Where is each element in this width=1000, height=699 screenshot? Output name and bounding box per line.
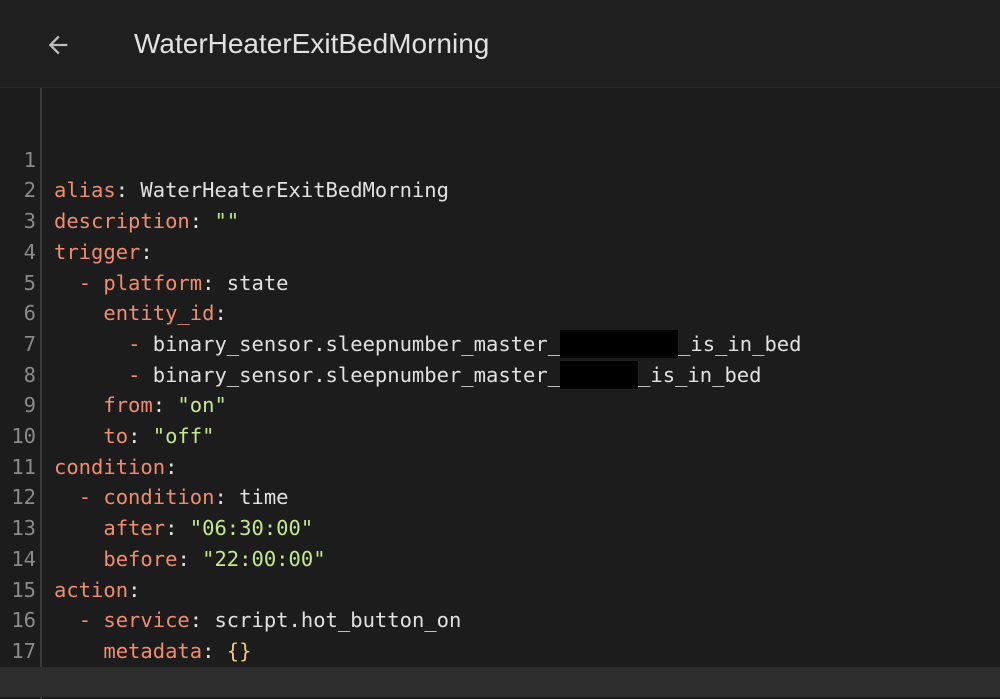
code-line[interactable]: 9 to: "off" xyxy=(0,360,1000,448)
code-line[interactable]: 1 alias: WaterHeaterExitBedMorning xyxy=(0,114,1000,203)
code-line[interactable]: 18 mode: single xyxy=(0,636,1000,694)
code-line[interactable]: 8 from: "on" xyxy=(0,329,1000,418)
code-line[interactable]: 2 description: "" xyxy=(0,145,1000,233)
code-line[interactable]: 16 metadata: {} xyxy=(0,575,1000,663)
code-line[interactable]: 13 before: "22:00:00" xyxy=(0,482,1000,571)
page-title: WaterHeaterExitBedMorning xyxy=(134,28,490,59)
code-line[interactable]: 17 data: {} xyxy=(0,605,1000,694)
code-line-active[interactable]: 19 xyxy=(0,666,1000,698)
code-line[interactable]: 12 after: "06:30:00" xyxy=(0,452,1000,540)
code-editor[interactable]: 1 alias: WaterHeaterExitBedMorning 2 des… xyxy=(0,88,1000,699)
code-line[interactable]: 14 action: xyxy=(0,513,1000,602)
code-line[interactable]: 11 - condition: time xyxy=(0,421,1000,510)
code-line[interactable]: 5 entity_id: xyxy=(0,237,1000,326)
code-line[interactable]: 7 - binary_sensor.sleepnumber_master_ _is… xyxy=(0,298,1000,389)
code-line[interactable]: 15 - service: script.hot_button_on xyxy=(0,544,1000,633)
code-line[interactable]: 4 - platform: state xyxy=(0,206,1000,295)
code-line[interactable]: 6 - binary_sensor.sleepnumber_master_ _is… xyxy=(0,268,1000,358)
top-app-bar: WaterHeaterExitBedMorning xyxy=(0,0,1000,88)
code-line[interactable]: 10 condition: xyxy=(0,390,1000,479)
code-line[interactable]: 3 trigger: xyxy=(0,175,1000,264)
yaml-editor-app: WaterHeaterExitBedMorning 1 alias: Water… xyxy=(0,0,1000,699)
arrow-left-icon xyxy=(48,35,68,55)
back-button[interactable] xyxy=(30,20,86,70)
